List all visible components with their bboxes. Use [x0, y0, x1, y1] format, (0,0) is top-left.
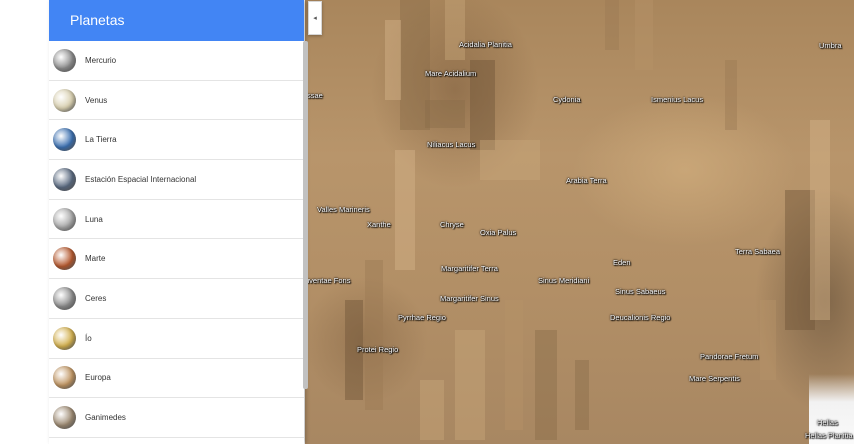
terrain-strip: [575, 360, 589, 430]
map-label: Margaritifer Sinus: [440, 294, 499, 303]
map-label: Hellas: [817, 418, 838, 427]
planet-label: Mercurio: [85, 55, 117, 65]
planet-label: Ganimedes: [85, 413, 126, 423]
planet-list: Mercurio Venus La Tierra Estación Espacial …: [49, 41, 304, 438]
map-label: Mare Serpentis: [689, 374, 740, 383]
ceres-icon: [53, 286, 76, 310]
collapse-sidebar-button[interactable]: ◂: [308, 1, 322, 35]
map-label: Protei Regio: [357, 345, 399, 354]
mars-map[interactable]: Acidalia Planitia Mare Acidalium Cydonia…: [305, 0, 854, 444]
planet-list-item[interactable]: Ganimedes: [49, 398, 304, 438]
terrain-strip: [760, 300, 776, 380]
map-label: Oxia Palus: [480, 228, 517, 237]
planet-label: Europa: [85, 373, 111, 383]
planet-label: Marte: [85, 254, 106, 264]
map-label: Mare Acidalium: [425, 69, 477, 78]
map-label: Pyrrhae Regio: [398, 313, 446, 322]
map-label: uventae Fons: [305, 276, 351, 285]
planet-label: Venus: [85, 95, 108, 105]
map-label: Pandorae Fretum: [700, 352, 759, 361]
planet-list-item[interactable]: Marte: [49, 239, 304, 280]
planet-list-item[interactable]: La Tierra: [49, 120, 304, 161]
map-label: Deucalionis Regio: [610, 313, 671, 322]
planet-list-item[interactable]: Mercurio: [49, 41, 304, 81]
map-label: Niliacus Lacus: [427, 140, 476, 149]
map-label: Arabia Terra: [566, 176, 607, 185]
planet-label: Ceres: [85, 293, 107, 303]
planet-list-item[interactable]: Ceres: [49, 279, 304, 319]
map-label: Margaritifer Terra: [441, 264, 498, 273]
io-icon: [53, 326, 76, 350]
terrain-strip: [535, 330, 557, 440]
ganymede-icon: [53, 406, 76, 430]
space-station-icon: [53, 167, 76, 191]
sidebar-scrollbar[interactable]: [303, 41, 308, 389]
planet-label: La Tierra: [85, 135, 117, 145]
map-label: Xanthe: [367, 220, 391, 229]
chevron-left-icon: ◂: [313, 15, 317, 22]
terrain-strip: [420, 380, 444, 440]
planet-label: Ío: [85, 333, 92, 343]
mercury-icon: [53, 48, 76, 72]
terrain-strip: [365, 260, 383, 410]
terrain-strip: [605, 0, 619, 50]
mars-icon: [53, 247, 76, 271]
map-label: Sinus Sabaeus: [615, 287, 666, 296]
map-label: Valles Marineris: [317, 205, 370, 214]
terrain-strip: [725, 60, 737, 130]
map-label: Ismenius Lacus: [651, 95, 704, 104]
planet-list-item[interactable]: Europa: [49, 359, 304, 399]
planet-list-item[interactable]: Estación Espacial Internacional: [49, 160, 304, 200]
earth-icon: [53, 128, 76, 152]
moon-icon: [53, 207, 76, 231]
europa-icon: [53, 366, 76, 390]
terrain-strip: [385, 20, 401, 100]
terrain-strip: [455, 330, 485, 440]
page-left-margin: [0, 0, 49, 444]
planet-list-item[interactable]: Luna: [49, 200, 304, 240]
venus-icon: [53, 88, 76, 112]
sidebar-title: Planetas: [49, 0, 304, 41]
terrain-strip: [635, 0, 653, 70]
map-label: Chryse: [440, 220, 464, 229]
terrain-strip: [505, 300, 523, 430]
terrain-strip: [810, 120, 830, 320]
map-label: Cydonia: [553, 95, 581, 104]
map-label: ssae: [307, 91, 323, 100]
planet-label: Luna: [85, 214, 103, 224]
map-label: Acidalia Planitia: [459, 40, 512, 49]
planet-list-item[interactable]: Ío: [49, 319, 304, 359]
planet-label: Estación Espacial Internacional: [85, 174, 197, 184]
terrain-strip: [425, 100, 465, 128]
planet-list-item[interactable]: Venus: [49, 81, 304, 121]
terrain-strip: [480, 140, 540, 180]
map-label: Umbra: [819, 41, 842, 50]
map-label: Sinus Meridiani: [538, 276, 590, 285]
map-label: Hellas Planitia: [805, 431, 853, 440]
map-label: Terra Sabaea: [735, 247, 781, 256]
map-label: Eden: [613, 258, 631, 267]
planets-sidebar: Planetas Mercurio Venus La Tierra Estación …: [49, 0, 304, 444]
terrain-strip: [445, 0, 465, 60]
terrain-strip: [395, 150, 415, 270]
